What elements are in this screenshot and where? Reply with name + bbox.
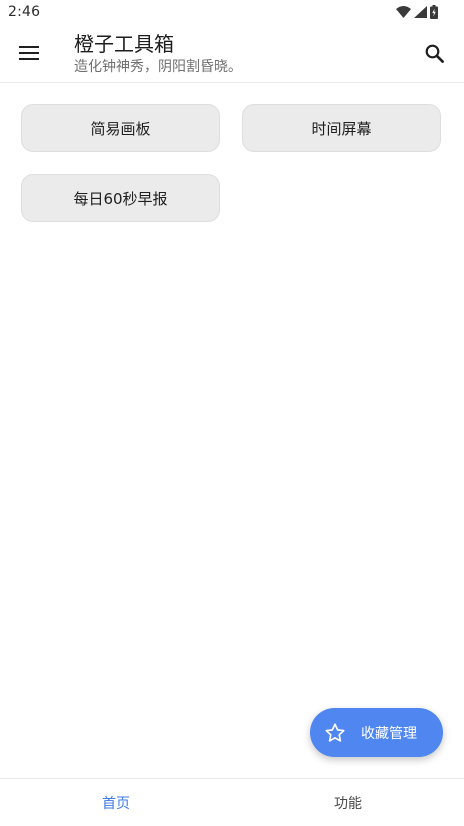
- star-outline-icon: [324, 722, 346, 744]
- battery-charging-icon: [430, 5, 438, 19]
- cell-signal-icon: [414, 6, 427, 18]
- menu-button[interactable]: [10, 34, 48, 72]
- menu-icon: [19, 46, 39, 60]
- status-icons: [396, 5, 438, 19]
- tool-button-time-screen[interactable]: 时间屏幕: [242, 104, 441, 152]
- nav-item-functions[interactable]: 功能: [232, 779, 464, 826]
- bottom-navigation: 首页 功能: [0, 778, 464, 826]
- tool-button-drawing-board[interactable]: 简易画板: [21, 104, 220, 152]
- favorites-management-fab[interactable]: 收藏管理: [310, 708, 443, 757]
- nav-item-home[interactable]: 首页: [0, 779, 232, 826]
- search-icon: [425, 44, 444, 63]
- fab-label: 收藏管理: [361, 725, 417, 742]
- app-subtitle: 造化钟神秀，阴阳割昏晓。: [74, 59, 242, 75]
- app-title: 橙子工具箱: [74, 32, 174, 56]
- search-button[interactable]: [416, 35, 452, 71]
- status-time: 2:46: [8, 4, 41, 20]
- app-bar: 橙子工具箱 造化钟神秀，阴阳割昏晓。: [0, 26, 464, 83]
- tool-button-daily-news[interactable]: 每日60秒早报: [21, 174, 220, 222]
- status-bar: 2:46: [0, 0, 464, 26]
- wifi-icon: [396, 6, 411, 18]
